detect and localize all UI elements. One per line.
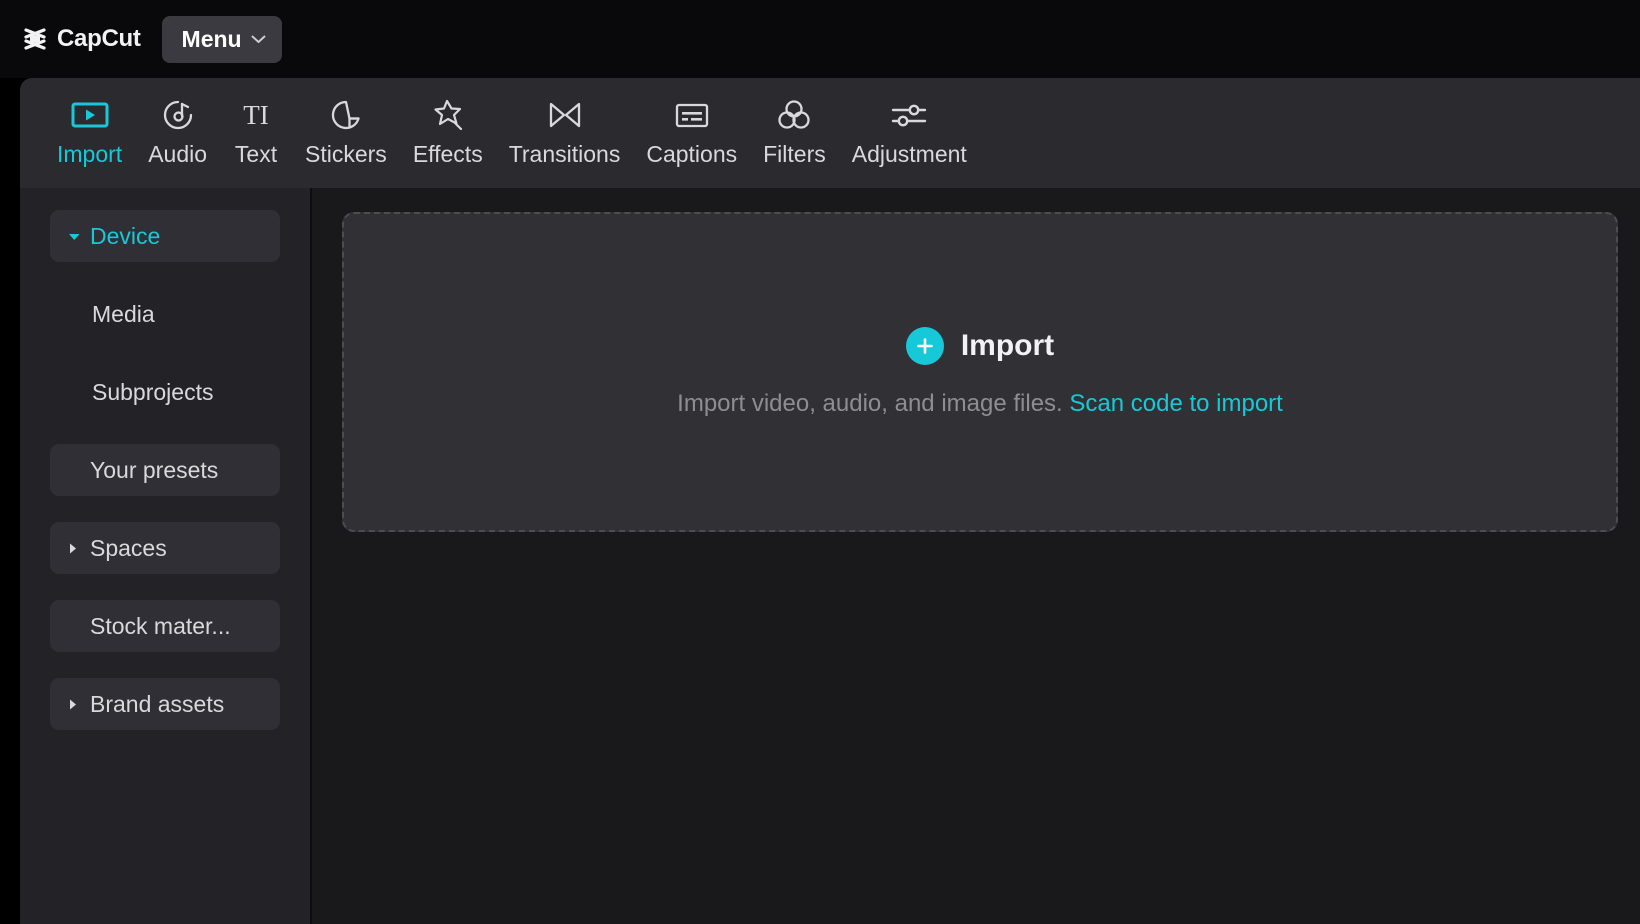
tab-transitions-label: Transitions	[508, 141, 621, 167]
sidebar-item-stock-materials[interactable]: Stock mater...	[50, 600, 280, 652]
import-dropzone-description: Import video, audio, and image files. Sc…	[677, 390, 1283, 418]
content-panel: Import Import video, audio, and image fi…	[312, 188, 1640, 924]
captions-icon	[669, 94, 715, 136]
scan-code-to-import-link[interactable]: Scan code to import	[1069, 390, 1282, 417]
import-dropzone-heading: Import	[905, 326, 1055, 365]
tab-filters[interactable]: Filters	[750, 78, 839, 188]
effects-star-icon	[425, 94, 471, 136]
tab-text-label: Text	[234, 141, 278, 167]
sidebar-item-brand-assets-label: Brand assets	[90, 690, 225, 717]
sidebar: Device Media Subprojects Your presets Sp…	[20, 188, 312, 924]
tab-adjustment[interactable]: Adjustment	[839, 78, 980, 188]
svg-text:TI: TI	[243, 100, 268, 130]
tab-effects-label: Effects	[412, 141, 483, 167]
chevron-down-icon	[251, 35, 266, 44]
import-dropzone-description-text: Import video, audio, and image files.	[677, 389, 1063, 417]
tab-captions[interactable]: Captions	[633, 78, 750, 188]
sidebar-item-media[interactable]: Media	[50, 288, 280, 340]
tab-audio[interactable]: Audio	[135, 78, 220, 188]
sidebar-item-spaces[interactable]: Spaces	[50, 522, 280, 574]
tab-import-label: Import	[57, 141, 123, 167]
filters-circles-icon	[771, 94, 817, 136]
audio-note-icon	[155, 94, 201, 136]
sidebar-item-subprojects-label: Subprojects	[92, 378, 214, 405]
sidebar-item-subprojects[interactable]: Subprojects	[50, 366, 280, 418]
triangle-down-icon	[68, 232, 81, 241]
workspace: Device Media Subprojects Your presets Sp…	[20, 188, 1640, 924]
tab-effects[interactable]: Effects	[400, 78, 496, 188]
transitions-bowtie-icon	[542, 94, 588, 136]
brand: CapCut	[22, 25, 141, 53]
import-dropzone-title: Import	[960, 328, 1055, 362]
import-video-icon	[67, 94, 113, 136]
sidebar-item-stock-materials-label: Stock mater...	[90, 612, 231, 639]
tab-captions-label: Captions	[646, 141, 738, 167]
triangle-right-icon	[68, 542, 81, 555]
sidebar-item-device[interactable]: Device	[50, 210, 280, 262]
tab-adjustment-label: Adjustment	[851, 141, 967, 167]
tab-stickers[interactable]: Stickers	[292, 78, 400, 188]
sticker-icon	[323, 94, 369, 136]
menu-button-label: Menu	[181, 25, 242, 52]
tab-import[interactable]: Import	[44, 78, 135, 188]
sidebar-item-your-presets[interactable]: Your presets	[50, 444, 280, 496]
tab-text[interactable]: TI Text	[220, 78, 292, 188]
import-dropzone[interactable]: Import Import video, audio, and image fi…	[342, 212, 1618, 532]
sidebar-item-device-label: Device	[90, 222, 161, 249]
tab-audio-label: Audio	[148, 141, 208, 167]
sidebar-item-your-presets-label: Your presets	[90, 456, 219, 483]
tab-stickers-label: Stickers	[305, 141, 387, 167]
sidebar-item-brand-assets[interactable]: Brand assets	[50, 678, 280, 730]
main-toolbar: Import Audio TI Text Stickers Effects Tr…	[20, 78, 1640, 188]
menu-button[interactable]: Menu	[161, 15, 282, 63]
title-bar: CapCut Menu	[0, 0, 1640, 78]
sidebar-item-media-label: Media	[92, 300, 155, 327]
adjustment-sliders-icon	[886, 94, 932, 136]
capcut-logo-icon	[22, 26, 48, 52]
tab-transitions[interactable]: Transitions	[496, 78, 634, 188]
brand-name: CapCut	[57, 25, 141, 52]
triangle-right-icon	[68, 698, 81, 711]
text-ti-icon: TI	[233, 94, 279, 136]
sidebar-item-spaces-label: Spaces	[90, 534, 167, 561]
plus-circle-icon[interactable]	[905, 326, 944, 365]
tab-filters-label: Filters	[763, 141, 826, 167]
